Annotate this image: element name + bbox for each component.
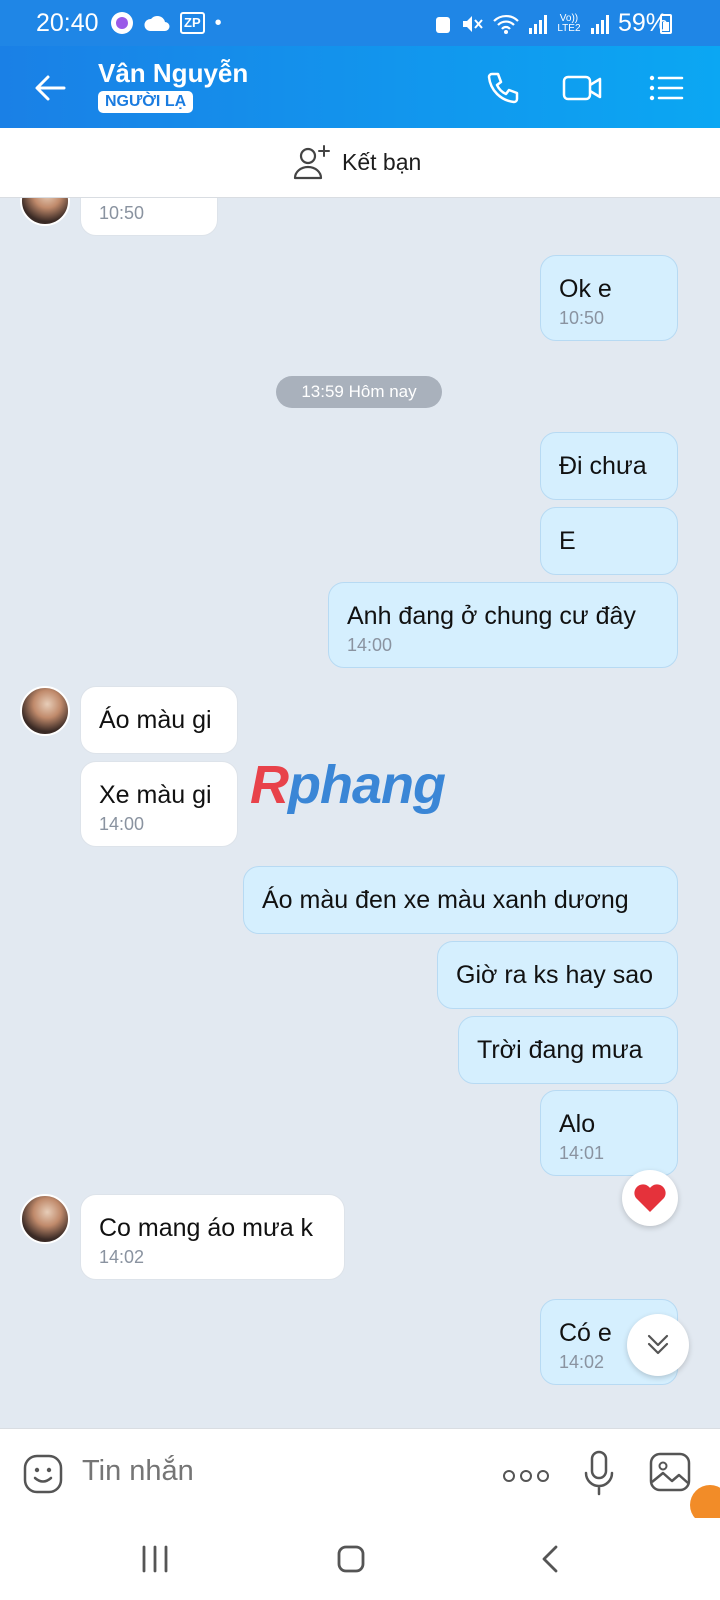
message-time: 14:01 (559, 1143, 605, 1163)
heart-reaction-button[interactable] (622, 1170, 678, 1226)
zp-icon: ZP (180, 12, 205, 34)
avatar[interactable] (20, 198, 70, 226)
message-text: Alo (559, 1110, 596, 1138)
wifi-icon (493, 14, 519, 34)
message-outgoing[interactable]: Trời đang mưa (458, 1016, 678, 1084)
scroll-to-bottom-button[interactable] (627, 1314, 689, 1376)
message-text: Áo màu gi (99, 706, 212, 734)
more-icon[interactable] (502, 1469, 550, 1483)
message-outgoing[interactable]: Áo màu đen xe màu xanh dương (243, 866, 678, 934)
avatar[interactable] (20, 1194, 70, 1244)
message-text: Anh đang ở chung cư đây (347, 602, 636, 630)
signal-icon (528, 14, 547, 34)
message-text: Đi chưa (559, 452, 647, 480)
message-time: 14:02 (99, 1247, 145, 1267)
volte-icon: Vo)) LTE2 (557, 12, 581, 34)
system-nav-bar (0, 1518, 720, 1600)
message-time: 10:50 (559, 308, 605, 328)
message-incoming[interactable]: Xe màu gi 14:00 (80, 761, 238, 847)
chat-header: Vân Nguyễn NGƯỜI LẠ (0, 46, 720, 128)
status-bar: 20:40 ZP • Vo)) LTE2 59% (0, 0, 720, 46)
message-text: Ok e (559, 275, 612, 303)
back-arrow-icon[interactable] (30, 68, 70, 108)
status-time: 20:40 (36, 9, 99, 37)
video-call-icon[interactable] (560, 66, 604, 110)
avatar[interactable] (20, 686, 70, 736)
message-outgoing[interactable]: E (540, 507, 678, 575)
message-text: Áo màu đen xe màu xanh dương (262, 886, 629, 914)
message-outgoing[interactable]: Đi chưa (540, 432, 678, 500)
message-outgoing[interactable]: Anh đang ở chung cư đây 14:00 (328, 582, 678, 668)
message-outgoing[interactable]: Giờ ra ks hay sao (437, 941, 678, 1009)
message-list[interactable]: 10:50 Ok e 10:50 13:59 Hôm nay Đi chưa E… (0, 198, 720, 1428)
mute-icon (462, 15, 483, 32)
message-time: 10:50 (99, 203, 145, 223)
heart-icon (634, 1184, 666, 1212)
add-friend-label: Kết bạn (342, 148, 422, 175)
message-text: Giờ ra ks hay sao (456, 961, 654, 989)
home-icon[interactable] (336, 1544, 366, 1574)
phone-icon[interactable] (480, 66, 524, 110)
messenger-icon (111, 12, 133, 34)
date-separator: 13:59 Hôm nay (276, 376, 442, 408)
chevron-double-down-icon (647, 1334, 669, 1355)
message-outgoing[interactable]: Ok e 10:50 (540, 255, 678, 341)
emoji-icon[interactable] (22, 1453, 64, 1495)
mic-icon[interactable] (583, 1449, 615, 1497)
message-input[interactable] (82, 1455, 462, 1488)
composer-bar (0, 1428, 720, 1525)
battery-icon (660, 14, 672, 34)
message-time: 14:00 (99, 814, 145, 834)
menu-icon[interactable] (644, 66, 688, 110)
stranger-badge: NGƯỜI LẠ (98, 91, 194, 113)
message-text: Trời đang mưa (477, 1036, 643, 1064)
message-text: Xe màu gi (99, 781, 212, 809)
nav-back-icon[interactable] (536, 1544, 566, 1574)
message-outgoing[interactable]: Alo 14:01 (540, 1090, 678, 1176)
watermark-logo: Rphang (250, 755, 446, 815)
message-time: 14:00 (347, 635, 393, 655)
recycle-icon (435, 16, 450, 33)
gallery-icon[interactable] (648, 1451, 692, 1493)
message-text: Co mang áo mưa k (99, 1214, 314, 1242)
cloud-icon (144, 15, 170, 31)
contact-name[interactable]: Vân Nguyễn (98, 58, 248, 89)
message-incoming[interactable]: Co mang áo mưa k 14:02 (80, 1194, 345, 1280)
signal-icon (590, 14, 609, 34)
recent-apps-icon[interactable] (140, 1544, 170, 1574)
message-incoming[interactable]: 10:50 (80, 198, 218, 236)
add-user-icon (293, 145, 330, 180)
message-incoming[interactable]: Áo màu gi (80, 686, 238, 754)
dot-icon: • (214, 11, 222, 34)
add-friend-bar[interactable]: Kết bạn (0, 128, 720, 198)
message-text: E (559, 527, 576, 555)
